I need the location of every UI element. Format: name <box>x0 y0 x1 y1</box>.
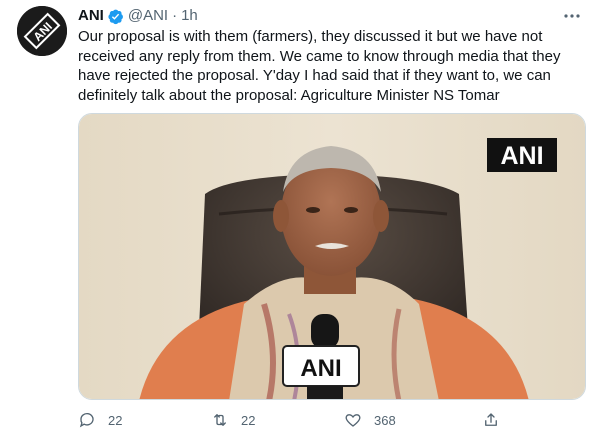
avatar[interactable]: ANI <box>17 6 67 56</box>
like-count: 368 <box>374 412 396 428</box>
tweet[interactable]: ANI ANI @ANI · 1h Our proposal is with t… <box>0 0 593 441</box>
separator-dot: · <box>172 7 178 24</box>
retweet-button[interactable]: Retweet 22 <box>211 408 255 432</box>
tweet-header: ANI @ANI · 1h <box>78 7 198 25</box>
author-handle[interactable]: @ANI <box>128 7 168 25</box>
retweet-icon: Retweet <box>211 411 229 429</box>
tweet-media-image[interactable]: ANI ANI <box>78 113 586 400</box>
reply-icon: Reply <box>78 411 96 429</box>
reply-count: 22 <box>108 412 123 428</box>
retweet-count: 22 <box>241 412 256 428</box>
action-bar: Reply 22 Retweet 22 Like 368 <box>78 408 583 432</box>
more-icon[interactable] <box>561 8 583 24</box>
author-name[interactable]: ANI <box>78 7 104 25</box>
timestamp[interactable]: 1h <box>181 7 198 25</box>
ani-watermark: ANI <box>500 142 543 170</box>
like-icon: Like <box>344 411 362 429</box>
share-button[interactable] <box>482 408 500 432</box>
ani-logo: ANI <box>17 6 67 56</box>
mic-logo-text: ANI <box>300 355 341 382</box>
tweet-text: Our proposal is with them (farmers), the… <box>78 28 561 104</box>
share-icon <box>482 411 500 429</box>
verified-icon <box>107 8 124 25</box>
like-button[interactable]: Like 368 <box>344 408 396 432</box>
reply-button[interactable]: Reply 22 <box>78 408 122 432</box>
